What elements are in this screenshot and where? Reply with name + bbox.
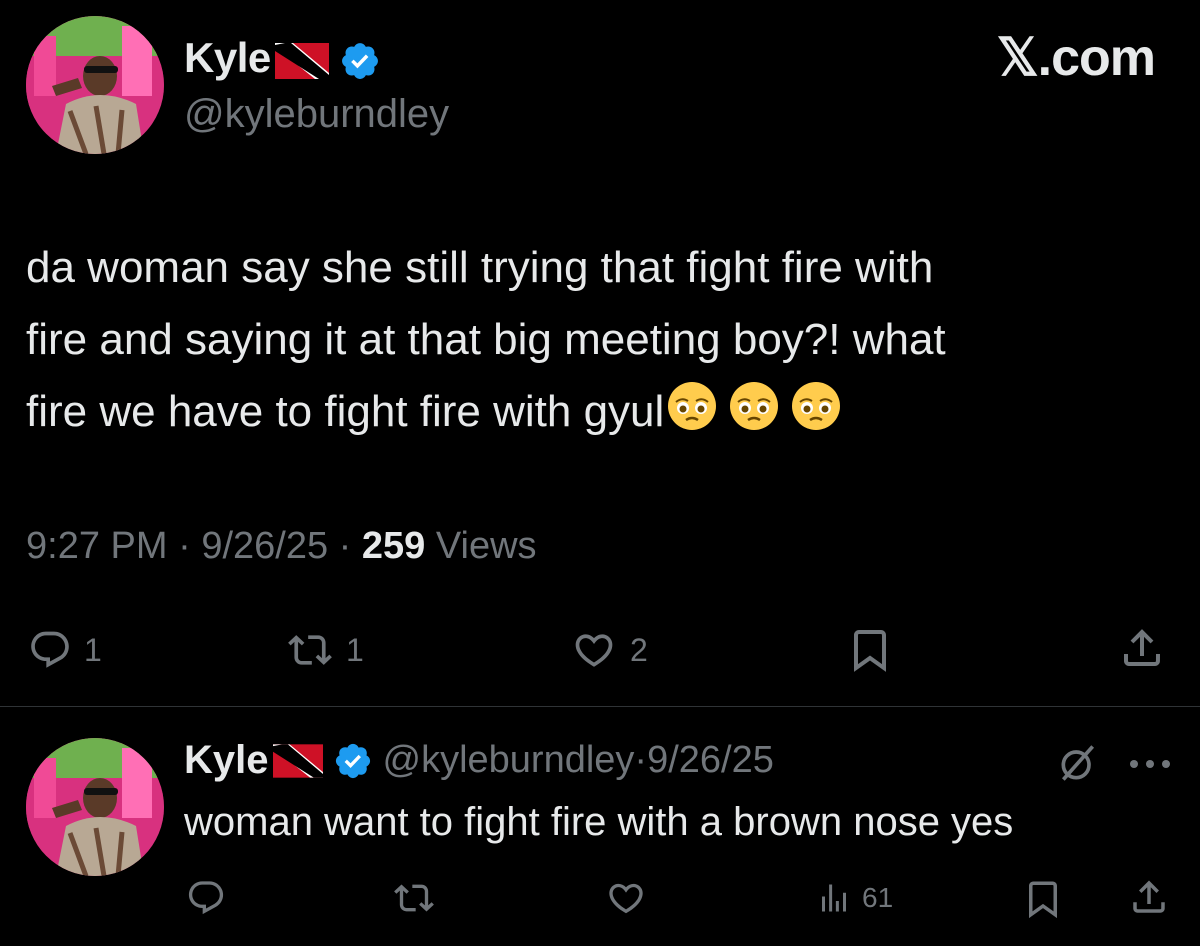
trinidad-flag-icon [272,743,323,778]
meta-separator: · [178,525,191,567]
author-name-row[interactable]: Kyle [184,34,381,82]
brand-x-glyph: 𝕏 [996,29,1039,87]
brand-text: .com [1037,29,1156,87]
repost-button[interactable]: 1 [286,628,364,672]
repost-icon [288,635,332,665]
pleading-face-emoji-icon [792,382,841,430]
pleading-face-emoji-icon [730,382,779,430]
tweet-text: da woman say she still trying that fight… [26,232,1166,448]
verified-badge-icon[interactable] [339,40,381,82]
views-label: Views [435,525,537,567]
author-avatar[interactable] [26,16,164,154]
tweet-text-line: da woman say she still trying that fight… [26,243,934,292]
tweet-text-line: fire we have to fight fire with gyul [26,387,665,436]
tweet-time[interactable]: 9:27 PM [26,525,168,567]
grok-icon[interactable] [1056,741,1100,785]
share-icon [1124,629,1160,666]
share-icon [1133,880,1165,913]
reply-views-button[interactable]: 61 [814,880,893,916]
bookmark-button[interactable] [846,626,894,674]
like-button[interactable]: 2 [570,628,648,672]
author-name[interactable]: Kyle [184,34,271,81]
tweet-date[interactable]: 9/26/25 [201,525,328,567]
reply-icon [188,881,224,915]
reply-header: Kyle @kyleburndley·9/26/25 [184,738,774,783]
tweet-meta: 9:27 PM · 9/26/25 · 259 Views [26,525,537,568]
reply-author-avatar[interactable] [26,738,164,876]
pleading-face-emoji-icon [668,382,717,430]
views-icon [822,884,846,912]
verified-badge-icon[interactable] [333,741,373,781]
like-icon [575,634,613,667]
bookmark-icon [1029,881,1057,919]
share-button[interactable] [1118,624,1166,672]
reply-author-name[interactable]: Kyle [184,738,269,782]
reply-text: woman want to fight fire with a brown no… [184,800,1014,844]
reply-like-button[interactable] [604,878,648,918]
tweet-text-line-last: fire we have to fight fire with gyul [26,376,1166,448]
brand-logo: 𝕏.com [996,28,1156,88]
reply-button[interactable]: 1 [28,628,102,672]
divider [0,706,1200,707]
trinidad-flag-icon [274,42,329,79]
more-icon[interactable] [1128,758,1172,770]
like-icon [609,883,643,914]
reply-author-handle[interactable]: @kyleburndley [383,739,635,781]
reply-date[interactable]: 9/26/25 [647,739,774,781]
repost-count: 1 [346,631,364,668]
bookmark-icon [854,630,886,672]
reply-icon [31,631,69,668]
tweet-text-line: fire and saying it at that big meeting b… [26,315,946,364]
reply-bookmark-button[interactable] [1022,878,1064,920]
like-count: 2 [630,631,648,668]
reply-share-button[interactable] [1128,876,1170,918]
meta-separator: · [634,739,648,781]
reply-views-count: 61 [862,882,894,913]
reply-reply-button[interactable] [186,878,226,918]
meta-separator: · [338,525,352,567]
reply-repost-button[interactable] [392,878,436,918]
author-handle[interactable]: @kyleburndley [184,92,449,137]
repost-icon [394,884,434,912]
reply-count: 1 [84,631,102,668]
views-count: 259 [361,525,426,567]
